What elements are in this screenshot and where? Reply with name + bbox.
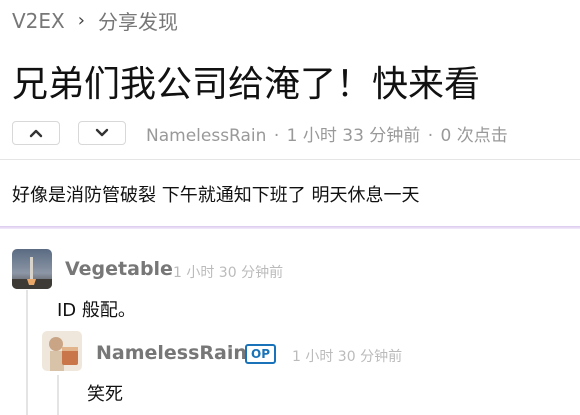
reply-author-link[interactable]: NamelessRain	[96, 342, 247, 364]
topic-time: 1 小时 33 分钟前	[286, 125, 421, 146]
breadcrumb: V2EX › 分享发现	[12, 6, 178, 35]
meta-separator: ·	[427, 125, 434, 146]
reply-text: ID 般配。	[57, 300, 136, 321]
upvote-button[interactable]	[12, 121, 60, 145]
avatar[interactable]	[42, 331, 82, 371]
thread-line	[57, 375, 59, 415]
thread-line	[26, 290, 28, 415]
vote-and-meta-row: NamelessRain · 1 小时 33 分钟前 · 0 次点击	[12, 120, 508, 146]
chevron-down-icon	[95, 128, 109, 137]
downvote-button[interactable]	[78, 121, 126, 145]
meta-separator: ·	[273, 125, 280, 146]
topic-meta: NamelessRain · 1 小时 33 分钟前 · 0 次点击	[146, 121, 508, 146]
breadcrumb-node-link[interactable]: 分享发现	[98, 6, 178, 35]
breadcrumb-separator: ›	[77, 10, 85, 31]
reply-text: 笑死	[87, 384, 123, 405]
reply-time: 1 小时 30 分钟前	[173, 265, 284, 281]
reply-time: 1 小时 30 分钟前	[292, 349, 403, 365]
topic-content: 好像是消防管破裂 下午就通知下班了 明天休息一天	[12, 185, 420, 206]
reply-author-link[interactable]: Vegetable	[65, 258, 173, 280]
content-divider	[0, 226, 580, 229]
avatar-image	[12, 249, 52, 289]
op-badge: OP	[245, 344, 276, 364]
topic-clicks: 0 次点击	[440, 125, 508, 146]
avatar-image	[42, 331, 82, 371]
topic-title: 兄弟们我公司给淹了！快来看	[12, 64, 481, 105]
chevron-up-icon	[29, 129, 43, 138]
topic-author-link[interactable]: NamelessRain	[146, 126, 266, 146]
breadcrumb-site-link[interactable]: V2EX	[12, 9, 65, 33]
avatar[interactable]	[12, 249, 52, 289]
header-divider	[0, 159, 580, 160]
